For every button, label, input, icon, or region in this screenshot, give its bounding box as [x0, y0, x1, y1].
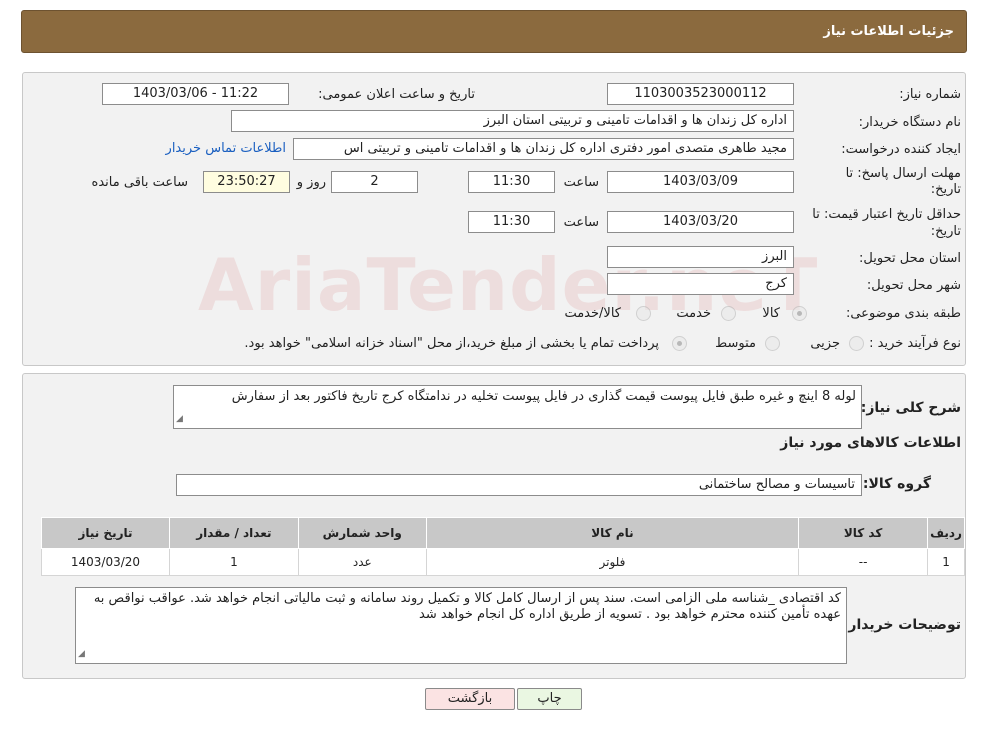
buyer-org-label: نام دستگاه خریدار: [858, 115, 961, 130]
need-number-field: 1103003523000112 [607, 83, 794, 105]
category-service-label: خدمت [676, 306, 711, 321]
delivery-province-field: البرز [607, 246, 794, 268]
table-row: 1 -- فلوتر عدد 1 1403/03/20 [41, 548, 965, 576]
request-creator-label: ایجاد کننده درخواست: [841, 142, 961, 157]
price-validity-label: حداقل تاریخ اعتبار قیمت: تا [812, 207, 961, 222]
items-heading: اطلاعات کالاهای مورد نیاز [780, 435, 961, 451]
delivery-province-label: استان محل تحویل: [859, 251, 961, 266]
resize-handle-icon[interactable]: ◢ [176, 411, 183, 427]
buyer-notes-textarea[interactable]: کد اقتصادی _شناسه ملی الزامی است. سند پس… [75, 587, 847, 664]
cell-item-code: -- [798, 548, 929, 576]
need-details-panel: شرح کلی نیاز: لوله 8 اینچ و غیره طبق فای… [22, 373, 966, 679]
category-label: طبقه بندی موضوعی: [845, 306, 961, 321]
announce-datetime-label: تاریخ و ساعت اعلان عمومی: [318, 87, 475, 102]
announce-datetime-field: 1403/03/06 - 11:22 [102, 83, 289, 105]
process-minor-label: جزیی [810, 336, 840, 351]
remaining-time-label: ساعت باقی مانده [91, 175, 188, 190]
items-table-header: ردیف کد کالا نام کالا واحد شمارش تعداد /… [41, 517, 965, 549]
process-medium-label: متوسط [715, 336, 756, 351]
col-name-header: نام کالا [425, 517, 800, 549]
days-remaining-field: 2 [331, 171, 418, 193]
page-header: جزئیات اطلاعات نیاز [21, 10, 967, 53]
deadline-time-field: 11:30 [468, 171, 555, 193]
category-service-radio[interactable] [721, 306, 736, 321]
treasury-payment-checkbox[interactable] [672, 336, 687, 351]
col-row-header: ردیف [927, 517, 965, 549]
category-goods-radio[interactable] [792, 306, 807, 321]
cell-quantity: 1 [168, 548, 299, 576]
cell-item-name: فلوتر [425, 548, 800, 576]
summary-textarea[interactable]: لوله 8 اینچ و غیره طبق فایل پیوست قیمت گ… [173, 385, 862, 429]
price-validity-label-date: تاریخ: [930, 224, 961, 239]
price-validity-time-field: 11:30 [468, 211, 555, 233]
request-creator-field: مجید طاهری متصدی امور دفتری اداره کل زند… [293, 138, 794, 160]
category-goods-label: کالا [762, 306, 780, 321]
category-goods-service-radio[interactable] [636, 306, 651, 321]
remaining-time-field: 23:50:27 [203, 171, 290, 193]
treasury-payment-note: پرداخت تمام یا بخشی از مبلغ خرید،از محل … [244, 336, 659, 351]
cell-unit: عدد [297, 548, 427, 576]
process-type-label: نوع فرآیند خرید : [869, 336, 961, 351]
delivery-city-field: کرج [607, 273, 794, 295]
buyer-org-field: اداره کل زندان ها و اقدامات تامینی و ترب… [231, 110, 794, 132]
summary-label: شرح کلی نیاز: [860, 400, 961, 416]
col-quantity-header: تعداد / مقدار [168, 517, 299, 549]
price-validity-date-field: 1403/03/20 [607, 211, 794, 233]
buyer-notes-text: کد اقتصادی _شناسه ملی الزامی است. سند پس… [93, 591, 841, 622]
process-minor-radio[interactable] [849, 336, 864, 351]
days-label: روز و [296, 175, 326, 190]
deadline-time-label: ساعت [563, 175, 599, 190]
buyer-contact-link[interactable]: اطلاعات تماس خریدار [166, 141, 286, 156]
col-unit-header: واحد شمارش [297, 517, 427, 549]
goods-group-field: تاسیسات و مصالح ساختمانی [176, 474, 862, 496]
price-validity-time-label: ساعت [563, 215, 599, 230]
deadline-date-field: 1403/03/09 [607, 171, 794, 193]
summary-text: لوله 8 اینچ و غیره طبق فایل پیوست قیمت گ… [231, 389, 856, 404]
category-goods-service-label: کالا/خدمت [564, 306, 621, 321]
process-medium-radio[interactable] [765, 336, 780, 351]
print-button[interactable]: چاپ [517, 688, 582, 710]
buyer-notes-label: توضیحات خریدار: [842, 617, 961, 633]
back-button[interactable]: بازگشت [425, 688, 515, 710]
deadline-label: مهلت ارسال پاسخ: تا [845, 166, 961, 181]
col-date-header: تاریخ نیاز [41, 517, 170, 549]
need-number-label: شماره نیاز: [899, 87, 961, 102]
items-table: ردیف کد کالا نام کالا واحد شمارش تعداد /… [41, 517, 965, 576]
cell-need-date: 1403/03/20 [41, 548, 170, 576]
delivery-city-label: شهر محل تحویل: [866, 278, 961, 293]
goods-group-label: گروه کالا: [862, 476, 931, 492]
cell-row-number: 1 [927, 548, 965, 576]
need-info-panel: AriaTender.neT شماره نیاز: 1103003523000… [22, 72, 966, 366]
resize-handle-icon[interactable]: ◢ [78, 646, 85, 662]
page-title: جزئیات اطلاعات نیاز [823, 24, 954, 39]
deadline-label-date: تاریخ: [930, 182, 961, 197]
col-code-header: کد کالا [798, 517, 929, 549]
